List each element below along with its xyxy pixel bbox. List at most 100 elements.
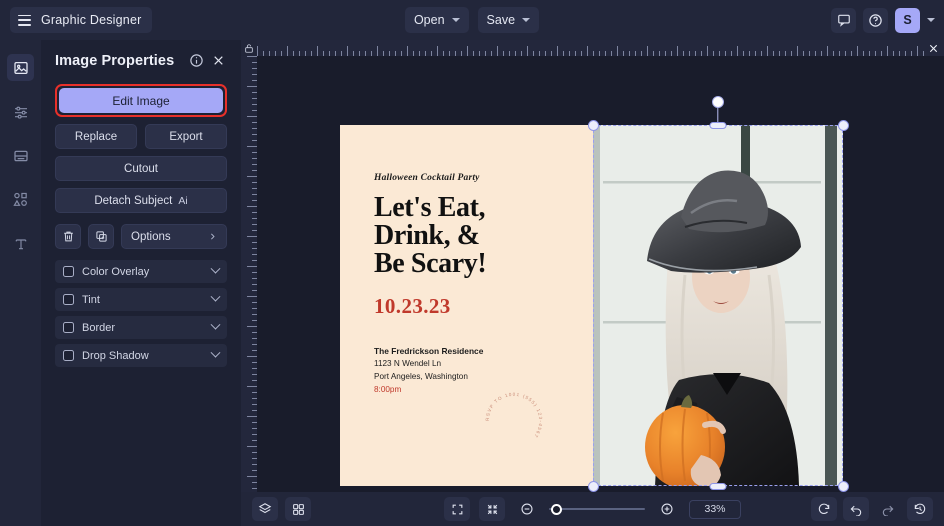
ruler-tick: [767, 46, 768, 56]
history-button[interactable]: [907, 497, 933, 521]
photo-image[interactable]: [593, 125, 843, 486]
zoom-out-button[interactable]: [514, 497, 540, 521]
vertical-ruler[interactable]: [241, 56, 257, 526]
avatar-chevron-down-icon[interactable]: [927, 18, 935, 22]
open-menu-button[interactable]: Open: [404, 7, 469, 33]
effects-list: Color Overlay Tint Border Drop Shadow: [55, 260, 227, 367]
fit-screen-button[interactable]: [444, 497, 470, 521]
ruler-tick: [467, 46, 468, 56]
help-button[interactable]: [863, 7, 888, 33]
horizontal-ruler[interactable]: [257, 40, 944, 56]
ruler-tick: [347, 46, 348, 56]
rail-item-layout[interactable]: [7, 142, 34, 169]
top-bar-right: S: [831, 0, 935, 40]
ruler-tick: [437, 46, 438, 56]
chevron-down-icon[interactable]: [210, 263, 221, 274]
close-icon: [214, 56, 223, 65]
rail-item-image[interactable]: [7, 54, 34, 81]
ruler-tick: [707, 46, 708, 56]
layers-button[interactable]: [252, 497, 278, 521]
bottom-bar-right: [811, 497, 933, 521]
panel-close-button[interactable]: [210, 52, 227, 69]
replace-export-row: Replace Export: [55, 124, 227, 149]
poster-date[interactable]: 10.23.23: [374, 294, 589, 319]
effect-label: Border: [82, 321, 116, 334]
chevron-down-icon[interactable]: [210, 319, 221, 330]
rail-item-text[interactable]: [7, 230, 34, 257]
ruler-tick: [247, 416, 257, 417]
ai-badge: Ai: [178, 194, 188, 207]
effect-row-drop-shadow[interactable]: Drop Shadow: [55, 344, 227, 367]
detach-subject-button[interactable]: Detach Subject Ai: [55, 188, 227, 213]
shrink-button[interactable]: [479, 497, 505, 521]
zoom-out-icon: [521, 503, 533, 515]
zoom-slider[interactable]: [549, 502, 645, 516]
app-menu-button[interactable]: Graphic Designer: [10, 7, 153, 33]
panel-header: Image Properties: [55, 52, 227, 69]
avatar[interactable]: S: [895, 7, 920, 33]
headline-line-2: Drink, &: [374, 220, 480, 251]
ruler-tick: [247, 176, 257, 177]
redo-icon: [882, 505, 894, 516]
effect-row-border[interactable]: Border: [55, 316, 227, 339]
checkbox-color-overlay[interactable]: [63, 266, 74, 277]
rsvp-circular-stamp[interactable]: RSVP TO 1001 (555) 123-4567: [477, 384, 551, 458]
zoom-in-button[interactable]: [654, 497, 680, 521]
duplicate-button[interactable]: [88, 224, 114, 249]
checkbox-tint[interactable]: [63, 294, 74, 305]
checkbox-drop-shadow[interactable]: [63, 350, 74, 361]
delete-button[interactable]: [55, 224, 81, 249]
ruler-tick: [887, 46, 888, 56]
export-button[interactable]: Export: [145, 124, 227, 149]
zoom-level-field[interactable]: 33%: [689, 499, 741, 519]
canvas-stage[interactable]: Halloween Cocktail Party Let's Eat, Drin…: [257, 56, 944, 492]
effect-row-tint[interactable]: Tint: [55, 288, 227, 311]
edit-image-button[interactable]: Edit Image: [59, 88, 223, 113]
redo-button[interactable]: [875, 497, 901, 521]
panel-info-button[interactable]: [188, 52, 205, 69]
comment-button[interactable]: [831, 7, 856, 33]
canvas-close-button[interactable]: [924, 40, 942, 56]
zoom-slider-knob[interactable]: [551, 503, 562, 515]
ruler-tick: [827, 46, 828, 56]
text-icon: [15, 238, 26, 249]
refresh-button[interactable]: [811, 497, 837, 521]
chevron-down-icon: [522, 18, 531, 22]
ruler-tick: [247, 86, 257, 87]
rail-item-adjust[interactable]: [7, 98, 34, 125]
poster-kicker[interactable]: Halloween Cocktail Party: [374, 173, 589, 183]
poster-design[interactable]: Halloween Cocktail Party Let's Eat, Drin…: [340, 125, 843, 486]
undo-button[interactable]: [843, 497, 869, 521]
ruler-tick: [247, 446, 257, 447]
chevron-down-icon[interactable]: [210, 347, 221, 358]
ruler-lock-button[interactable]: [241, 40, 257, 56]
halloween-photo: [593, 125, 843, 486]
checkbox-border[interactable]: [63, 322, 74, 333]
effect-label: Tint: [82, 293, 100, 306]
layers-icon: [258, 503, 272, 514]
save-menu-button[interactable]: Save: [477, 7, 540, 33]
rail-item-shapes[interactable]: [7, 186, 34, 213]
replace-button[interactable]: Replace: [55, 124, 137, 149]
duplicate-icon: [95, 231, 107, 242]
app-root: Graphic Designer Open Save S Image Prope…: [0, 0, 944, 526]
open-label: Open: [413, 13, 445, 27]
ruler-tick: [247, 56, 257, 57]
options-label: Options: [131, 230, 171, 243]
ruler-tick: [247, 266, 257, 267]
chevron-down-icon[interactable]: [210, 291, 221, 302]
options-button[interactable]: Options: [121, 224, 227, 249]
effect-row-color-overlay[interactable]: Color Overlay: [55, 260, 227, 283]
panel-title: Image Properties: [55, 52, 175, 69]
poster-headline[interactable]: Let's Eat, Drink, & Be Scary!: [374, 194, 589, 278]
cutout-button[interactable]: Cutout: [55, 156, 227, 181]
ruler-tick: [247, 356, 257, 357]
grid-button[interactable]: [285, 497, 311, 521]
info-icon: [190, 54, 203, 67]
rotate-stem: [717, 105, 719, 125]
ruler-tick: [737, 46, 738, 56]
city-line: Port Angeles, Washington: [374, 371, 468, 381]
rotate-handle[interactable]: [712, 96, 724, 108]
chevron-down-icon: [451, 18, 460, 22]
comment-icon: [837, 14, 850, 27]
